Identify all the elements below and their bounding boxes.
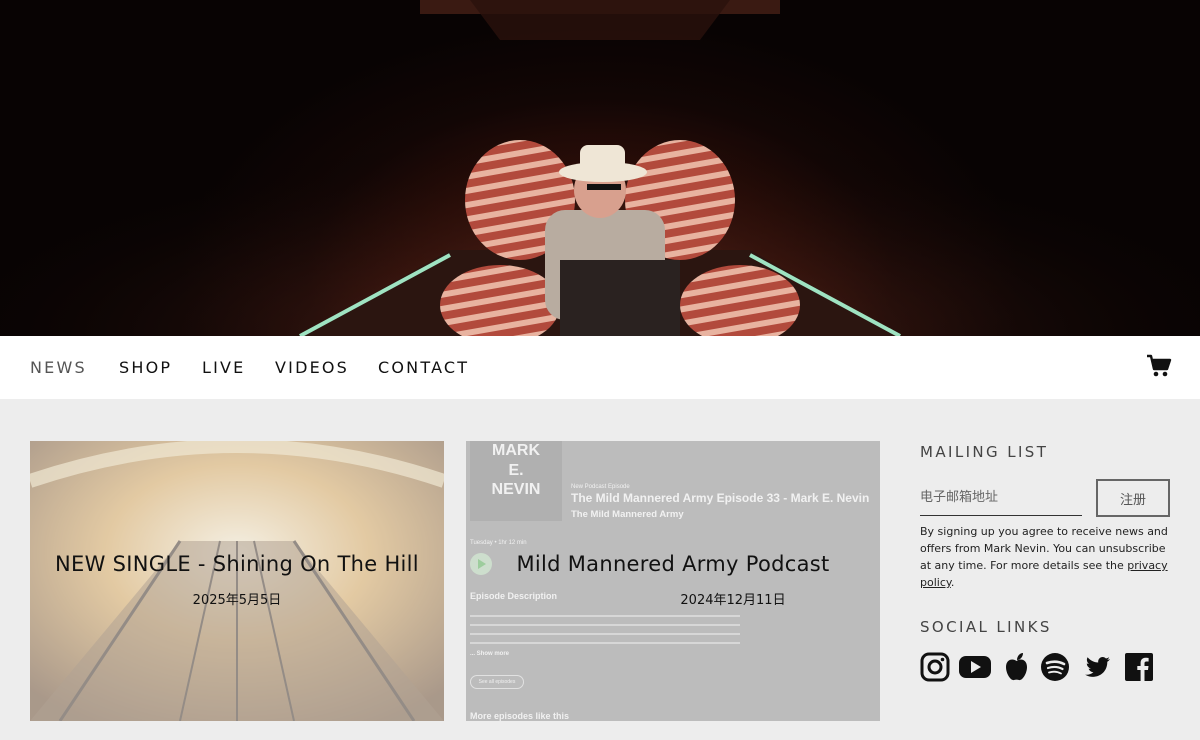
post-date: 2025年5月5日 — [192, 593, 282, 608]
shopping-cart-icon[interactable] — [1146, 354, 1172, 378]
youtube-icon[interactable] — [958, 652, 992, 682]
nav-contact[interactable]: CONTACT — [378, 358, 469, 377]
post-title[interactable]: Mild Mannered Army Podcast — [466, 552, 880, 576]
signup-button[interactable]: 注册 — [1096, 479, 1170, 517]
mailing-list-heading: MAILING LIST — [920, 443, 1049, 461]
nav-videos[interactable]: VIDEOS — [275, 358, 349, 377]
post-date: 2024年12月11日 — [680, 593, 786, 608]
email-field[interactable] — [920, 480, 1082, 516]
post-card-new-single[interactable]: NEW SINGLE - Shining On The Hill 2025年5月… — [30, 441, 444, 721]
hero-image — [0, 0, 1200, 336]
apple-icon[interactable] — [1003, 652, 1030, 682]
main-nav: NEWS SHOP LIVE VIDEOS CONTACT — [0, 336, 1200, 399]
post-card-podcast[interactable]: MARK E. NEVIN New Podcast Episode The Mi… — [466, 441, 880, 721]
instagram-icon[interactable] — [920, 652, 950, 682]
post-title[interactable]: NEW SINGLE - Shining On The Hill — [30, 552, 444, 576]
nav-news[interactable]: NEWS — [30, 358, 87, 377]
social-links-heading: SOCIAL LINKS — [920, 618, 1052, 636]
nav-shop[interactable]: SHOP — [119, 358, 172, 377]
facebook-icon[interactable] — [1124, 652, 1154, 682]
spotify-icon[interactable] — [1040, 652, 1070, 682]
twitter-icon[interactable] — [1082, 652, 1112, 682]
mailing-list-legal: By signing up you agree to receive news … — [920, 525, 1168, 589]
nav-live[interactable]: LIVE — [202, 358, 246, 377]
